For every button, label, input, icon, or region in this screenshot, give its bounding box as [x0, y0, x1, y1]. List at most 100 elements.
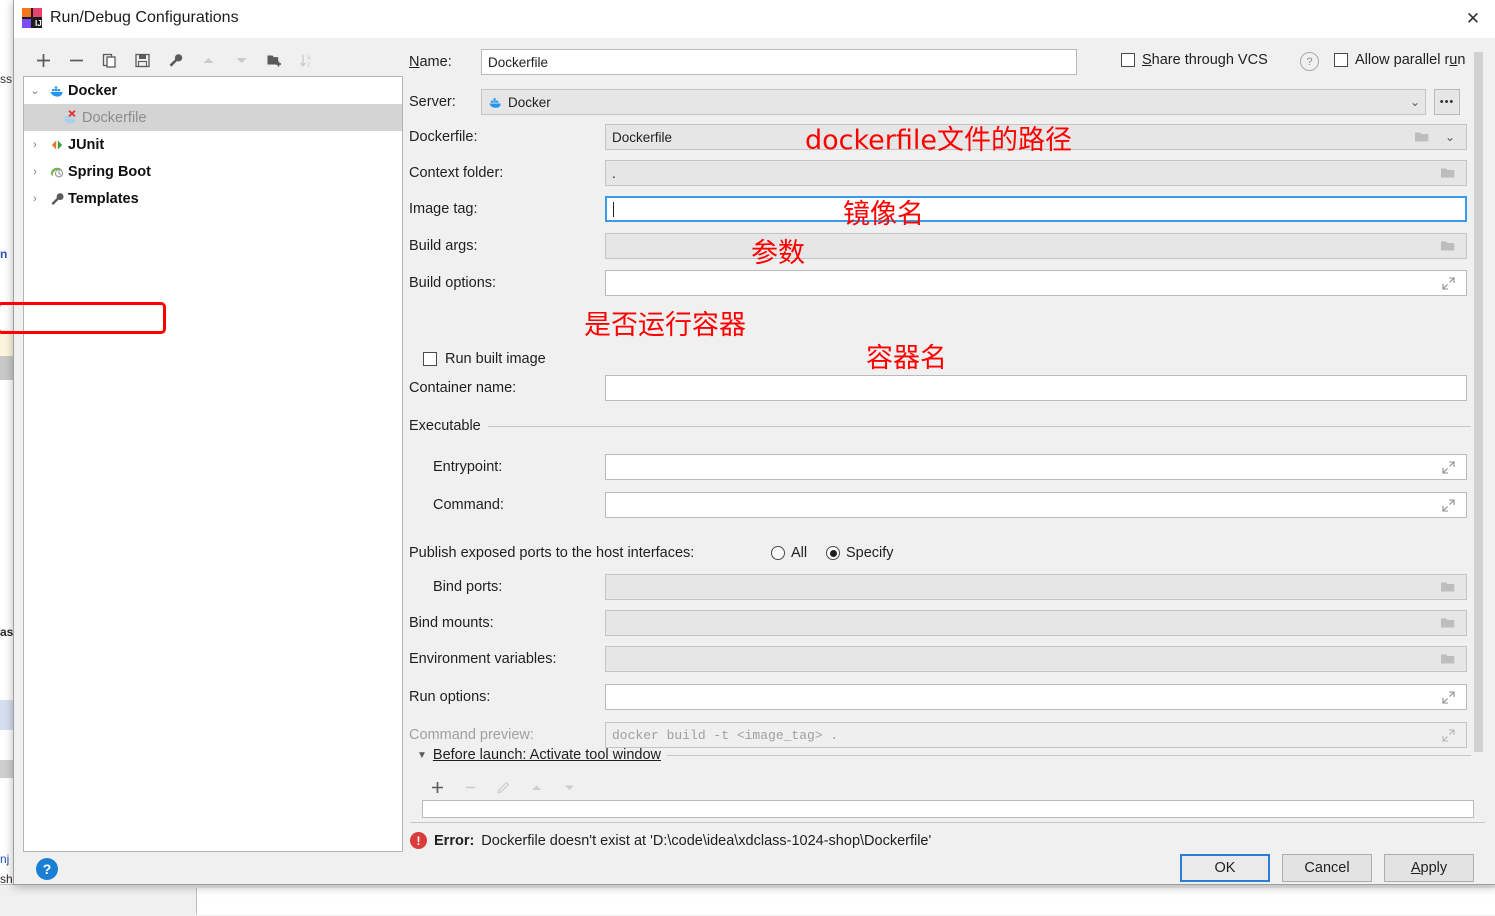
tree-item-label: Docker [68, 82, 118, 99]
folder-icon[interactable] [1437, 647, 1459, 671]
folder-icon[interactable] [1437, 161, 1459, 185]
edit-templates-wrench-icon[interactable] [159, 46, 192, 74]
allow-parallel-run-checkbox[interactable]: Allow parallel run [1334, 52, 1465, 68]
folder-icon[interactable] [1437, 575, 1459, 599]
dockerfile-label: Dockerfile: [409, 129, 478, 145]
name-label: Name: [409, 54, 452, 70]
publish-ports-specify-radio[interactable]: Specify [826, 545, 894, 561]
chevron-down-icon[interactable]: ⌄ [1439, 125, 1461, 149]
build-options-label: Build options: [409, 275, 497, 291]
remove-before-launch-task-button[interactable] [454, 775, 487, 799]
sort-az-button[interactable]: a z [291, 46, 324, 74]
tree-item-templates[interactable]: › Templates [24, 185, 402, 212]
environment-variables-label: Environment variables: [409, 651, 557, 667]
help-icon[interactable]: ? [1300, 52, 1319, 71]
name-input[interactable]: Dockerfile [481, 49, 1077, 75]
share-through-vcs-checkbox[interactable]: Share through VCS [1121, 52, 1268, 68]
bind-ports-input[interactable] [605, 574, 1467, 600]
share-vcs-label: Share through VCS [1142, 52, 1268, 68]
junit-icon [46, 137, 68, 153]
folder-icon[interactable] [1437, 611, 1459, 635]
add-configuration-button[interactable] [27, 46, 60, 74]
entrypoint-input[interactable] [605, 454, 1467, 480]
before-launch-task-list[interactable] [422, 800, 1474, 818]
apply-button[interactable]: Apply [1384, 854, 1474, 882]
build-options-input[interactable] [605, 270, 1467, 296]
server-dropdown[interactable]: Docker ⌄ [481, 89, 1426, 115]
expand-icon[interactable] [1437, 723, 1459, 747]
run-options-input[interactable] [605, 684, 1467, 710]
executable-group-label: Executable [409, 418, 481, 434]
background-editor-bottom [196, 888, 1495, 915]
svg-text:z: z [307, 61, 311, 68]
error-text: Dockerfile doesn't exist at 'D:\code\ide… [481, 832, 932, 849]
tree-item-spring-boot[interactable]: › Spring Boot [24, 158, 402, 185]
dialog-footer: ? OK Cancel Apply [14, 852, 1495, 884]
context-folder-input[interactable]: . [605, 160, 1467, 186]
command-input[interactable] [605, 492, 1467, 518]
publish-ports-all-radio[interactable]: All [771, 545, 807, 561]
specify-radio-label: Specify [846, 545, 894, 561]
run-built-image-checkbox[interactable]: Run built image [423, 351, 546, 367]
bind-mounts-input[interactable] [605, 610, 1467, 636]
move-before-launch-task-up-button[interactable] [520, 775, 553, 799]
specify-radio-circle[interactable] [826, 546, 840, 560]
save-configuration-button[interactable] [126, 46, 159, 74]
run-built-image-checkbox-box[interactable] [423, 352, 437, 366]
expand-icon[interactable] [1437, 271, 1459, 295]
configurations-tree[interactable]: ⌄ Docker Dockerfile › JUnit › Spring Boo… [23, 76, 403, 852]
tree-item-junit[interactable]: › JUnit [24, 131, 402, 158]
chevron-down-icon[interactable]: ⌄ [1410, 95, 1420, 109]
folder-icon[interactable] [1411, 125, 1433, 149]
spring-boot-icon [46, 164, 68, 180]
build-args-label: Build args: [409, 238, 478, 254]
error-message: ! Error: Dockerfile doesn't exist at 'D:… [410, 832, 931, 849]
help-icon[interactable]: ? [36, 858, 58, 880]
container-name-input[interactable] [605, 375, 1467, 401]
bind-mounts-label: Bind mounts: [409, 615, 494, 631]
tree-item-label: Spring Boot [68, 163, 151, 180]
move-before-launch-task-down-button[interactable] [553, 775, 586, 799]
chevron-right-icon[interactable]: › [24, 193, 46, 205]
error-label: Error: [434, 832, 475, 849]
build-args-input[interactable] [605, 233, 1467, 259]
run-options-label: Run options: [409, 689, 491, 705]
edit-before-launch-task-pencil-icon[interactable] [487, 775, 520, 799]
expand-icon[interactable] [1437, 493, 1459, 517]
cancel-button[interactable]: Cancel [1282, 854, 1372, 882]
context-folder-label: Context folder: [409, 165, 504, 181]
share-vcs-checkbox-box[interactable] [1121, 53, 1135, 67]
form-scrollbar-thumb[interactable] [1474, 52, 1483, 752]
tree-item-docker[interactable]: ⌄ Docker [24, 77, 402, 104]
environment-variables-input[interactable] [605, 646, 1467, 672]
command-preview-input: docker build -t <image_tag> . [605, 722, 1467, 748]
docker-error-icon [60, 109, 82, 126]
all-radio-circle[interactable] [771, 546, 785, 560]
close-icon[interactable]: ✕ [1450, 0, 1495, 38]
chevron-right-icon[interactable]: › [24, 166, 46, 178]
tree-item-dockerfile[interactable]: Dockerfile [24, 104, 402, 131]
dockerfile-input[interactable]: Dockerfile [605, 124, 1467, 150]
expand-icon[interactable] [1437, 685, 1459, 709]
move-down-button[interactable] [225, 46, 258, 74]
before-launch-title: Before launch: Activate tool window [432, 747, 662, 763]
copy-configuration-button[interactable] [93, 46, 126, 74]
allow-parallel-checkbox-box[interactable] [1334, 53, 1348, 67]
tree-item-label: JUnit [68, 136, 105, 153]
tree-item-label: Templates [68, 190, 139, 207]
error-icon: ! [410, 832, 427, 849]
image-tag-input[interactable] [605, 196, 1467, 222]
collapse-arrow-icon[interactable]: ▼ [417, 750, 427, 761]
before-launch-header[interactable]: ▼ Before launch: Activate tool window [417, 747, 1471, 763]
new-folder-button[interactable] [258, 46, 291, 74]
chevron-down-icon[interactable]: ⌄ [24, 84, 46, 97]
expand-icon[interactable] [1437, 455, 1459, 479]
server-more-button[interactable]: ••• [1434, 89, 1460, 115]
chevron-right-icon[interactable]: › [24, 139, 46, 151]
add-before-launch-task-button[interactable] [421, 775, 454, 799]
move-up-button[interactable] [192, 46, 225, 74]
ok-button[interactable]: OK [1180, 854, 1270, 882]
folder-icon[interactable] [1437, 234, 1459, 258]
remove-configuration-button[interactable] [60, 46, 93, 74]
text-caret [613, 201, 614, 217]
